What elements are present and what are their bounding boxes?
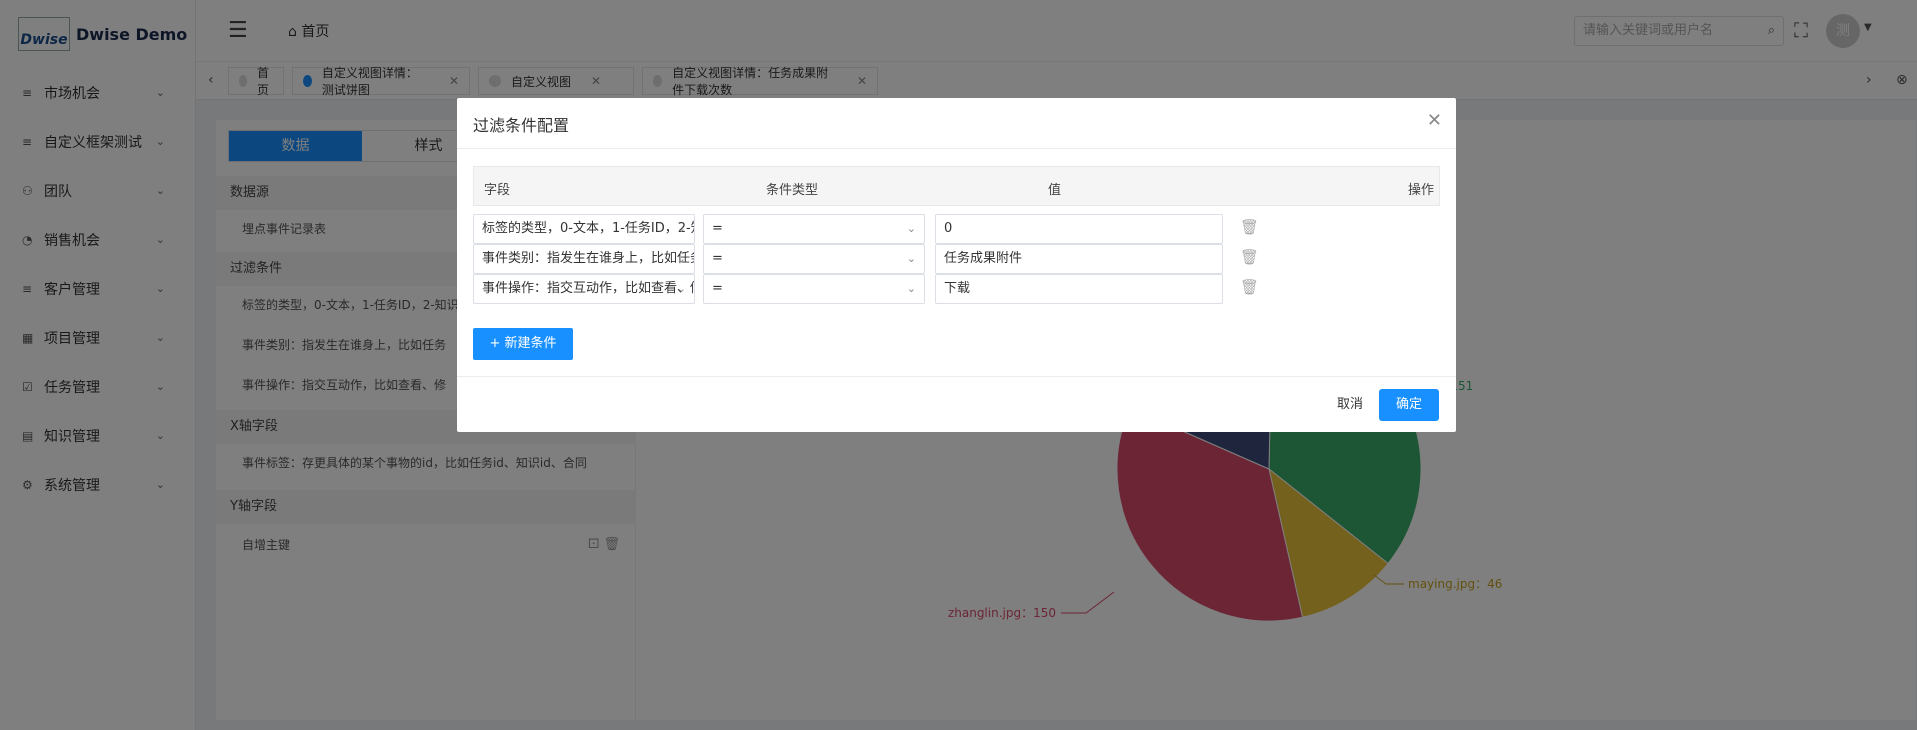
- divider: [457, 376, 1456, 377]
- close-icon[interactable]: ✕: [1427, 110, 1442, 131]
- delete-row-icon[interactable]: 🗑: [1240, 248, 1259, 266]
- delete-row-icon[interactable]: 🗑: [1240, 278, 1259, 296]
- filter-table-header: 字段 条件类型 值 操作: [473, 166, 1440, 206]
- condition-select[interactable]: = ⌄: [703, 244, 925, 274]
- divider: [457, 148, 1456, 149]
- field-select[interactable]: 标签的类型，0-文本，1-任务ID，2-知识 ⌄: [473, 214, 695, 244]
- col-condition: 条件类型: [766, 183, 819, 198]
- condition-select-value: =: [712, 221, 723, 236]
- col-operation: 操作: [1408, 183, 1435, 198]
- chevron-down-icon: ⌄: [906, 252, 916, 265]
- confirm-button[interactable]: 确定: [1379, 389, 1439, 421]
- condition-select-value: =: [712, 251, 723, 266]
- value-input[interactable]: 0: [935, 214, 1223, 244]
- value-input-text: 任务成果附件: [944, 251, 1023, 266]
- filter-config-dialog: 过滤条件配置 ✕ 字段 条件类型 值 操作 标签的类型，0-文本，1-任务ID，…: [457, 98, 1456, 432]
- field-select[interactable]: 事件操作：指交互动作，比如查看、修 ⌄: [473, 274, 695, 304]
- col-field: 字段: [484, 183, 511, 198]
- chevron-down-icon: ⌄: [676, 252, 686, 265]
- chevron-down-icon: ⌄: [676, 282, 686, 295]
- chevron-down-icon: ⌄: [676, 222, 686, 235]
- col-value: 值: [1048, 183, 1062, 198]
- field-select-value: 标签的类型，0-文本，1-任务ID，2-知识: [482, 221, 695, 236]
- field-select-value: 事件类别：指发生在谁身上，比如任务: [482, 251, 695, 266]
- field-select-value: 事件操作：指交互动作，比如查看、修: [482, 281, 695, 296]
- condition-select[interactable]: = ⌄: [703, 274, 925, 304]
- cancel-button[interactable]: 取消: [1319, 389, 1381, 421]
- field-select[interactable]: 事件类别：指发生在谁身上，比如任务 ⌄: [473, 244, 695, 274]
- chevron-down-icon: ⌄: [906, 282, 916, 295]
- value-input[interactable]: 下载: [935, 274, 1223, 304]
- value-input[interactable]: 任务成果附件: [935, 244, 1223, 274]
- dialog-title: 过滤条件配置: [473, 116, 570, 135]
- condition-select[interactable]: = ⌄: [703, 214, 925, 244]
- value-input-text: 下载: [944, 281, 971, 296]
- condition-select-value: =: [712, 281, 723, 296]
- add-condition-button[interactable]: + 新建条件: [473, 328, 573, 360]
- value-input-text: 0: [944, 221, 953, 236]
- chevron-down-icon: ⌄: [906, 222, 916, 235]
- delete-row-icon[interactable]: 🗑: [1240, 218, 1259, 236]
